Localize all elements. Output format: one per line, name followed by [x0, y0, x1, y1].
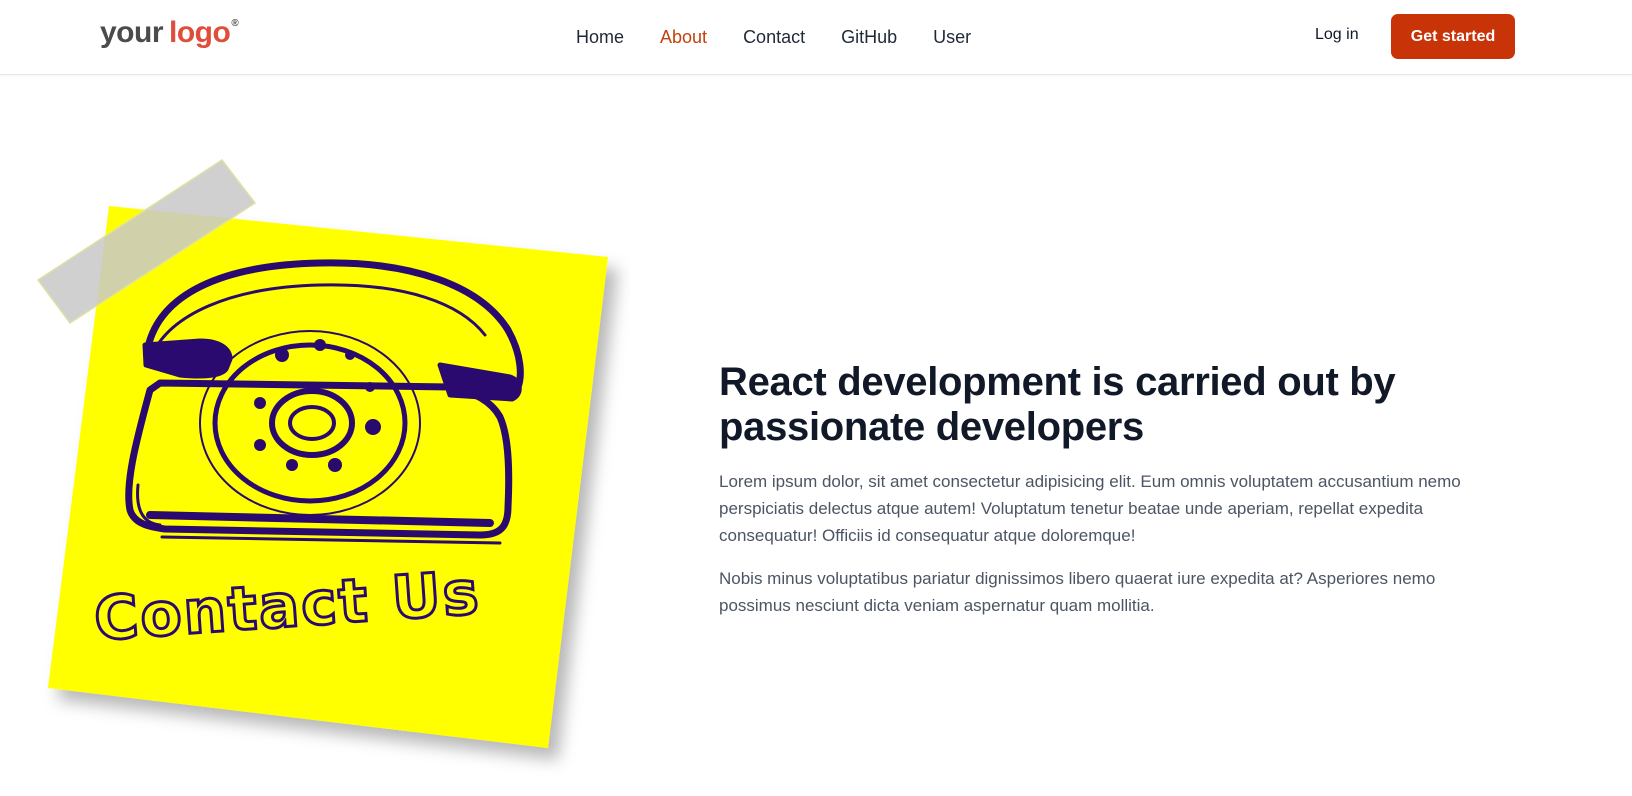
- logo-word-your: your: [100, 16, 164, 49]
- nav-link-user[interactable]: User: [933, 25, 971, 49]
- hero-text-block: React development is carried out by pass…: [719, 360, 1509, 619]
- registered-mark: ®: [231, 18, 239, 29]
- nav-link-home[interactable]: Home: [576, 25, 624, 49]
- hero-headline: React development is carried out by pass…: [719, 360, 1396, 449]
- get-started-button[interactable]: Get started: [1391, 14, 1515, 59]
- hero-paragraph-2: Nobis minus voluptatibus pariatur dignis…: [719, 569, 1436, 615]
- nav-link-github[interactable]: GitHub: [841, 25, 897, 49]
- nav-link-contact[interactable]: Contact: [743, 25, 805, 49]
- contact-us-sticky-note-illustration: Contact Us: [30, 155, 630, 795]
- logo-word-logo: logo: [169, 16, 231, 49]
- top-nav-bar: your logo ® Home About Contact GitHub Us…: [0, 0, 1632, 75]
- main-navigation: Home About Contact GitHub User: [576, 25, 1007, 49]
- log-in-link[interactable]: Log in: [1315, 26, 1359, 44]
- brand-logo[interactable]: your logo ®: [100, 16, 239, 50]
- nav-link-about[interactable]: About: [660, 25, 707, 49]
- hero-paragraph-1: Lorem ipsum dolor, sit amet consectetur …: [719, 472, 1461, 545]
